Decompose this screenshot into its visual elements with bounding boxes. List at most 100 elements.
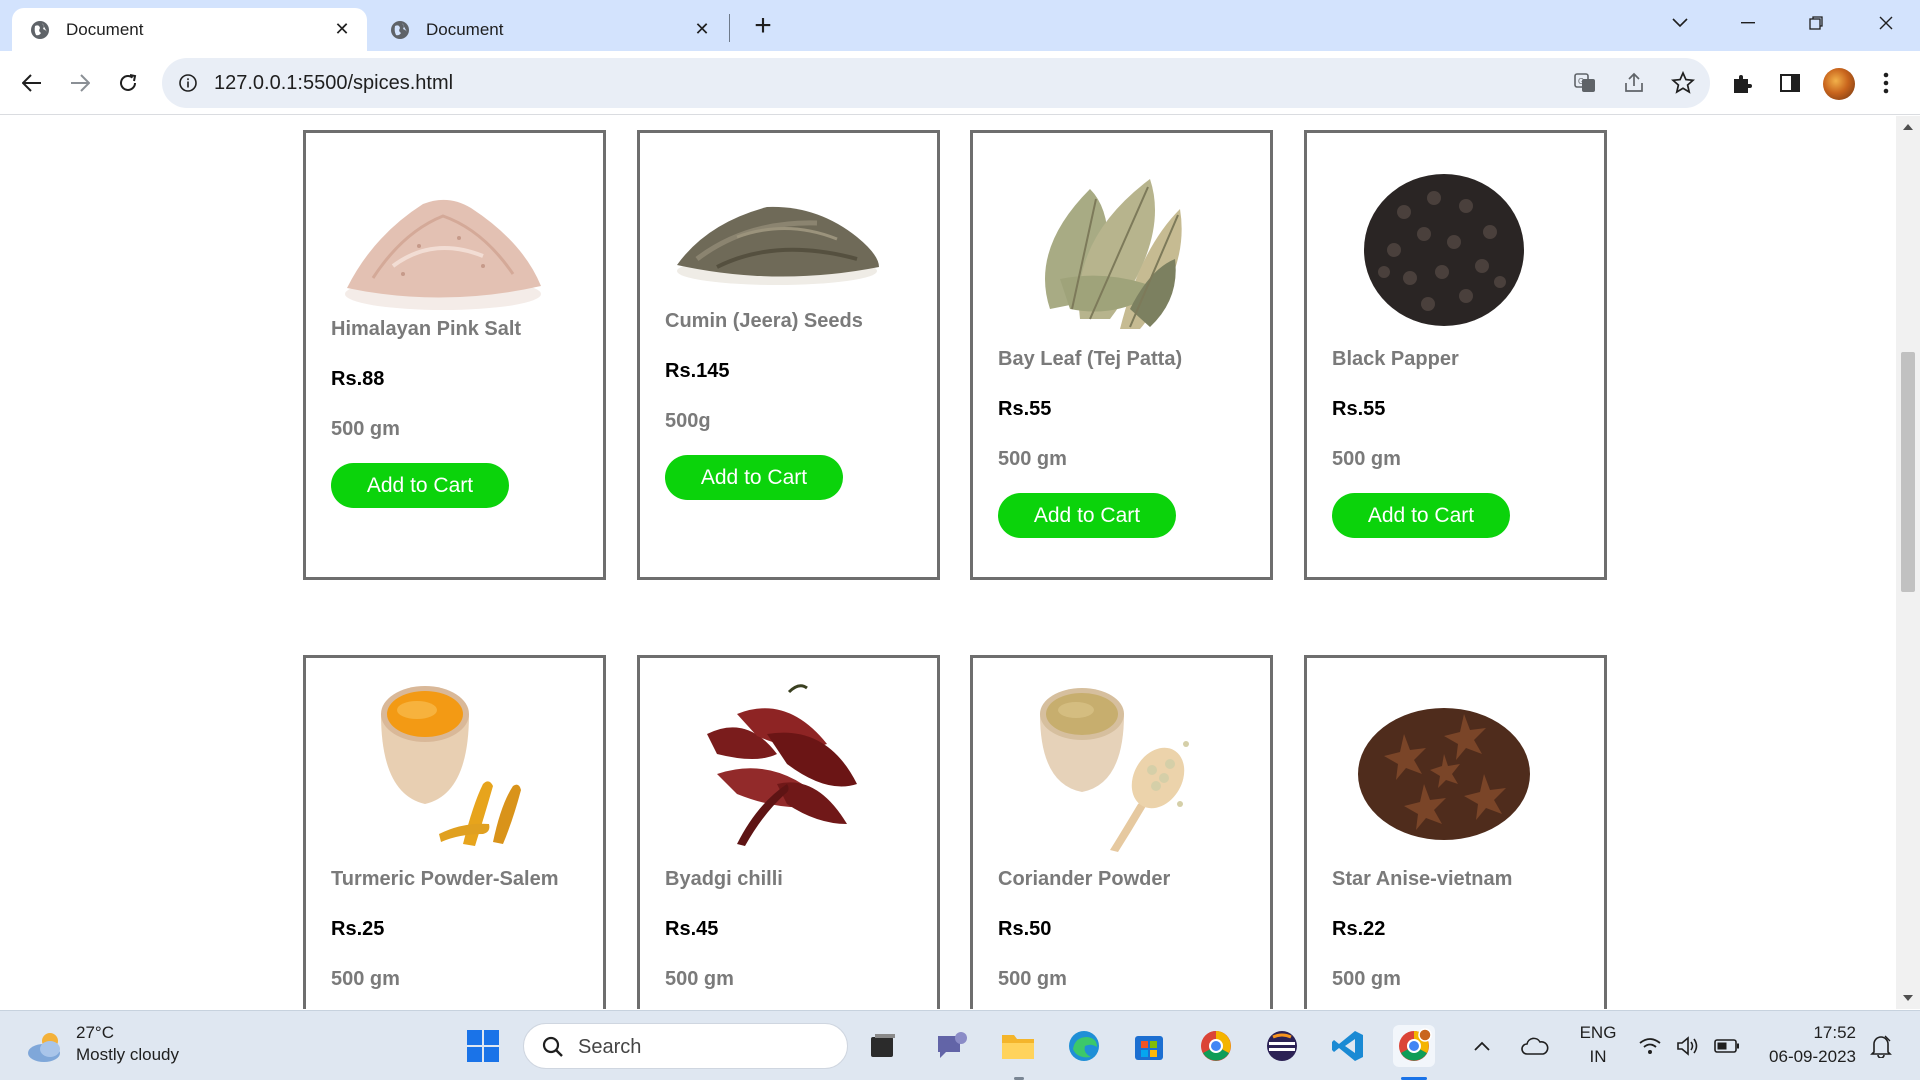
cumin-seeds-image (662, 147, 892, 327)
forward-arrow-icon (71, 74, 90, 92)
add-to-cart-button[interactable]: Add to Cart (1332, 493, 1510, 538)
tab-separator (729, 14, 730, 42)
tab-search-chevron-icon[interactable] (1660, 8, 1700, 38)
bay-leaves-image (995, 159, 1225, 339)
svg-text:G: G (1578, 77, 1584, 86)
product-price: Rs.55 (998, 398, 1052, 420)
side-panel-icon[interactable] (1772, 65, 1808, 101)
show-hidden-icons-chevron-icon[interactable] (1470, 1025, 1494, 1067)
chrome-active-icon[interactable] (1393, 1025, 1435, 1067)
product-quantity: 500 gm (331, 418, 400, 440)
address-bar[interactable]: 127.0.0.1:5500/spices.html G (162, 58, 1710, 108)
bookmark-star-icon[interactable] (1670, 70, 1696, 96)
chrome-icon[interactable] (1195, 1025, 1237, 1067)
menu-kebab-icon[interactable] (1868, 65, 1904, 101)
product-name: Himalayan Pink Salt (331, 318, 522, 340)
tab-title: Document (426, 19, 504, 39)
browser-toolbar: 127.0.0.1:5500/spices.html G (0, 51, 1920, 115)
back-button[interactable] (14, 65, 50, 101)
tab-strip: Document ✕ Document ✕ + (0, 0, 1920, 51)
product-quantity: 500 gm (998, 968, 1067, 990)
product-quantity: 500 gm (1332, 968, 1401, 990)
wifi-icon[interactable] (1636, 1025, 1664, 1067)
translate-icon[interactable]: G (1572, 70, 1598, 96)
site-info-icon[interactable] (178, 73, 198, 93)
share-icon[interactable] (1621, 70, 1647, 96)
weather-temperature[interactable]: 27°C (76, 1023, 114, 1043)
extensions-puzzle-icon[interactable] (1724, 65, 1760, 101)
weather-cloud-icon[interactable] (26, 1029, 66, 1063)
edge-browser-icon[interactable] (1063, 1025, 1105, 1067)
product-price: Rs.45 (665, 918, 719, 940)
dried-chillies-image (662, 674, 892, 854)
reload-button[interactable] (110, 65, 146, 101)
product-quantity: 500 gm (1332, 448, 1401, 470)
product-card-turmeric: Turmeric Powder-Salem Rs.25 500 gm (303, 655, 606, 1009)
product-price: Rs.25 (331, 918, 385, 940)
tab-document-2[interactable]: Document ✕ (372, 8, 727, 51)
product-card-cumin: Cumin (Jeera) Seeds Rs.145 500g Add to C… (637, 130, 940, 580)
url-text: 127.0.0.1:5500/spices.html (214, 72, 454, 94)
tab-close-icon[interactable]: ✕ (331, 19, 353, 41)
search-label: Search (578, 1036, 642, 1058)
page-scrollbar[interactable] (1896, 116, 1920, 1009)
black-pepper-image (1329, 157, 1559, 337)
tab-title: Document (66, 19, 144, 39)
product-card-coriander: Coriander Powder Rs.50 500 gm (970, 655, 1273, 1009)
file-explorer-icon[interactable] (997, 1025, 1039, 1067)
product-quantity: 500 gm (998, 448, 1067, 470)
vscode-icon[interactable] (1327, 1025, 1369, 1067)
notification-bell-icon[interactable] (1866, 1025, 1896, 1067)
close-window-button[interactable] (1866, 8, 1906, 38)
teams-chat-icon[interactable] (930, 1025, 972, 1067)
scrollbar-thumb[interactable] (1901, 352, 1915, 592)
scroll-down-arrow-icon[interactable] (1903, 995, 1913, 1001)
battery-icon[interactable] (1712, 1025, 1742, 1067)
volume-icon[interactable] (1674, 1025, 1702, 1067)
product-price: Rs.22 (1332, 918, 1386, 940)
product-quantity: 500 gm (665, 968, 734, 990)
reload-icon (120, 74, 137, 91)
start-windows-icon[interactable] (462, 1025, 504, 1067)
new-tab-button[interactable]: + (748, 11, 778, 42)
taskbar-search-box[interactable]: Search (523, 1023, 848, 1069)
windows-taskbar: 27°C Mostly cloudy Search ENG IN 17:52 0… (0, 1010, 1920, 1080)
clock-date: 06-09-2023 (1769, 1047, 1856, 1066)
microsoft-store-icon[interactable] (1128, 1025, 1170, 1067)
add-to-cart-button[interactable]: Add to Cart (331, 463, 509, 508)
restore-button[interactable] (1796, 8, 1836, 38)
add-to-cart-button[interactable]: Add to Cart (665, 455, 843, 500)
globe-icon (31, 20, 49, 39)
tab-document-1[interactable]: Document ✕ (12, 8, 367, 51)
product-price: Rs.50 (998, 918, 1052, 940)
turmeric-image (328, 674, 558, 854)
product-name: Turmeric Powder-Salem (331, 868, 559, 890)
product-name: Star Anise-vietnam (1332, 868, 1513, 890)
eclipse-ide-icon[interactable] (1261, 1025, 1303, 1067)
weather-description[interactable]: Mostly cloudy (76, 1045, 179, 1065)
onedrive-cloud-icon[interactable] (1518, 1025, 1552, 1067)
profile-avatar[interactable] (1823, 68, 1855, 100)
add-to-cart-button[interactable]: Add to Cart (998, 493, 1176, 538)
product-name: Cumin (Jeera) Seeds (665, 310, 863, 332)
tab-close-icon[interactable]: ✕ (691, 19, 713, 41)
coriander-image (995, 674, 1225, 854)
language-indicator[interactable]: ENG IN (1578, 1023, 1618, 1067)
language-region: IN (1589, 1047, 1607, 1066)
clock-time: 17:52 (1813, 1023, 1856, 1042)
minimize-button[interactable] (1728, 8, 1768, 38)
page-viewport: Himalayan Pink Salt Rs.88 500 gm Add to … (0, 116, 1896, 1009)
product-card-black-pepper: Black Papper Rs.55 500 gm Add to Cart (1304, 130, 1607, 580)
product-name: Byadgi chilli (665, 868, 783, 890)
task-view-icon[interactable] (862, 1025, 904, 1067)
product-quantity: 500g (665, 410, 711, 432)
pink-salt-image (328, 151, 558, 331)
scroll-up-arrow-icon[interactable] (1903, 124, 1913, 130)
back-arrow-icon (22, 74, 41, 92)
product-price: Rs.55 (1332, 398, 1386, 420)
clock[interactable]: 17:52 06-09-2023 (1756, 1023, 1856, 1067)
product-quantity: 500 gm (331, 968, 400, 990)
forward-button[interactable] (62, 65, 98, 101)
product-name: Coriander Powder (998, 868, 1171, 890)
product-card-star-anise: Star Anise-vietnam Rs.22 500 gm (1304, 655, 1607, 1009)
